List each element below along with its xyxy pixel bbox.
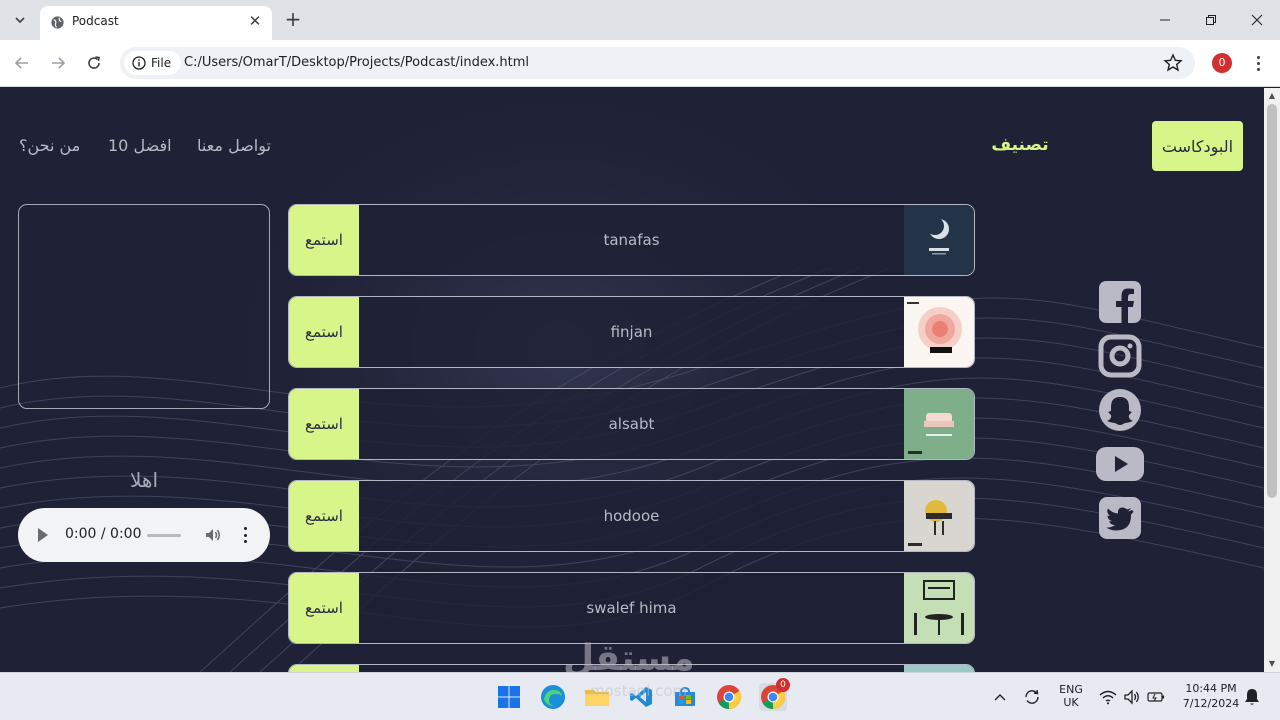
nav-link-top10[interactable]: افضل 10 (108, 136, 172, 155)
listen-button[interactable]: استمع (289, 297, 359, 367)
twitter-icon[interactable] (1092, 494, 1147, 542)
podcast-item: استمع hodooe (288, 480, 975, 552)
brand-button[interactable]: البودكاست (1152, 121, 1243, 171)
listen-button[interactable]: استمع (289, 205, 359, 275)
cover-partial-icon (904, 665, 974, 672)
cover-tanafas-icon (904, 205, 974, 275)
reload-icon[interactable] (82, 51, 106, 75)
podcast-item: استمع swalef hima (288, 572, 975, 644)
listen-button[interactable]: استمع (289, 573, 359, 643)
clock-date: 7/12/2024 (1182, 697, 1240, 710)
globe-icon (51, 16, 64, 29)
nav-link-contact[interactable]: تواصل معنا (197, 136, 271, 155)
bookmark-star-icon[interactable] (1163, 53, 1183, 73)
watermark-logo: مستقل (563, 638, 695, 672)
youtube-icon[interactable] (1092, 440, 1147, 488)
podcast-item: استمع finjan (288, 296, 975, 368)
chevron-up-icon[interactable] (990, 687, 1010, 707)
audio-progress-slider[interactable] (147, 534, 181, 537)
edge-icon[interactable] (539, 683, 567, 711)
listen-button-partial[interactable] (289, 665, 359, 672)
podcast-item: استمع tanafas (288, 204, 975, 276)
clock[interactable]: 10:44 PM 7/12/2024 (1178, 682, 1244, 710)
browser-tab-strip: Podcast ✕ + (0, 0, 1280, 40)
watermark-url: mostaql.com (590, 682, 688, 700)
snapchat-icon[interactable] (1092, 386, 1147, 434)
scroll-down-icon[interactable]: ▼ (1268, 660, 1276, 668)
chrome-notification-badge: 0 (776, 678, 790, 692)
page-scrollbar[interactable]: ▲ ▼ (1264, 88, 1280, 672)
podcast-name: swalef hima (586, 599, 677, 617)
language-indicator[interactable]: ENG UK (1055, 683, 1087, 709)
back-arrow-icon[interactable] (10, 51, 34, 75)
audio-player[interactable]: 0:00 / 0:00 (18, 508, 270, 562)
audio-more-icon[interactable] (242, 527, 248, 543)
audio-time: 0:00 / 0:00 (65, 526, 142, 542)
windows-start-icon[interactable] (495, 683, 523, 711)
sync-icon[interactable] (1022, 687, 1042, 707)
speaker-icon[interactable] (1122, 687, 1142, 707)
keyboard-layout: UK (1063, 696, 1079, 709)
close-window-icon[interactable] (1234, 6, 1280, 34)
scroll-up-icon[interactable]: ▲ (1268, 92, 1276, 100)
volume-icon[interactable] (204, 526, 222, 544)
play-icon[interactable] (38, 528, 48, 542)
podcast-name: finjan (610, 323, 653, 341)
cover-hodooe-icon (904, 481, 974, 551)
nav-category[interactable]: تصنيف (980, 135, 1060, 155)
wifi-icon[interactable] (1098, 687, 1118, 707)
tab-title: Podcast (72, 14, 119, 28)
cover-swalef-hima-icon (904, 573, 974, 643)
info-icon (132, 56, 146, 70)
instagram-icon[interactable] (1092, 332, 1147, 380)
browser-tab[interactable]: Podcast ✕ (40, 6, 272, 40)
player-artwork-frame (18, 204, 270, 409)
close-tab-icon[interactable]: ✕ (246, 12, 264, 30)
new-tab-icon[interactable]: + (282, 8, 304, 30)
forward-arrow-icon[interactable] (46, 51, 70, 75)
minimize-icon[interactable] (1142, 6, 1188, 34)
browser-toolbar: File C:/Users/OmarT/Desktop/Projects/Pod… (0, 40, 1280, 87)
tab-search-icon[interactable] (8, 8, 32, 32)
url-text[interactable]: C:/Users/OmarT/Desktop/Projects/Podcast/… (184, 55, 529, 70)
battery-icon[interactable] (1146, 687, 1166, 707)
chrome-icon[interactable] (715, 683, 743, 711)
cover-finjan-icon (904, 297, 974, 367)
listen-button[interactable]: استمع (289, 389, 359, 459)
listen-button[interactable]: استمع (289, 481, 359, 551)
scroll-thumb[interactable] (1267, 104, 1277, 498)
browser-menu-icon[interactable] (1248, 52, 1268, 74)
nav-link-about[interactable]: من نحن؟ (19, 136, 80, 155)
restore-icon[interactable] (1188, 6, 1234, 34)
language-code: ENG (1059, 683, 1083, 696)
clock-time: 10:44 PM (1185, 682, 1237, 695)
notification-bell-icon[interactable] (1242, 687, 1262, 707)
address-bar[interactable]: File C:/Users/OmarT/Desktop/Projects/Pod… (120, 47, 1195, 79)
cover-alsabt-icon (904, 389, 974, 459)
player-greeting: اهلا (129, 468, 159, 492)
facebook-icon[interactable] (1092, 278, 1147, 326)
podcast-item: استمع alsabt (288, 388, 975, 460)
page-viewport: البودكاست تصنيف تواصل معنا افضل 10 من نح… (0, 88, 1264, 672)
site-chip-label: File (151, 56, 172, 70)
site-info-chip[interactable]: File (124, 51, 182, 75)
profile-avatar[interactable]: 0 (1212, 53, 1232, 73)
podcast-name: tanafas (603, 231, 660, 249)
podcast-name: alsabt (608, 415, 655, 433)
podcast-name: hodooe (603, 507, 660, 525)
